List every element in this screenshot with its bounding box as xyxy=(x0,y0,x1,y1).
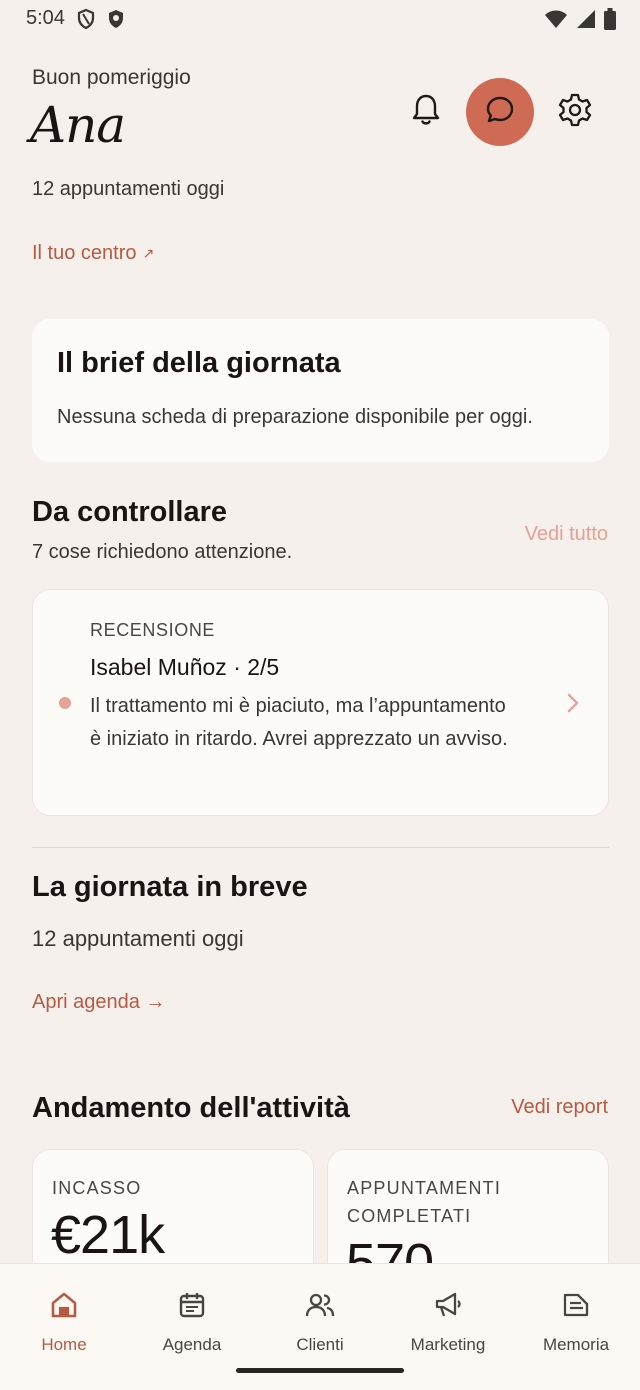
nav-label: Agenda xyxy=(162,1335,222,1354)
review-author: Isabel Muñoz · 2/5 xyxy=(90,654,280,680)
daily-brief-card: Il brief della giornata Nessuna scheda d… xyxy=(32,319,609,462)
signal-icon xyxy=(576,9,596,34)
wifi-icon xyxy=(544,9,568,34)
settings-button[interactable] xyxy=(553,90,597,134)
stat-label: INCASSO xyxy=(52,1178,142,1198)
nav-label: Home xyxy=(41,1335,87,1354)
shield-outline-icon xyxy=(76,8,96,35)
section-divider xyxy=(32,847,609,848)
status-right-icons xyxy=(544,8,616,35)
gesture-bar xyxy=(236,1368,404,1373)
nav-item-home[interactable]: Home xyxy=(0,1290,128,1355)
gear-icon xyxy=(557,92,593,133)
nav-item-agenda[interactable]: Agenda xyxy=(128,1290,256,1355)
see-all-link[interactable]: Vedi tutto xyxy=(525,523,608,546)
review-text: Il trattamento mi è piaciuto, ma l’appun… xyxy=(90,695,508,750)
brief-text: Nessuna scheda di preparazione disponibi… xyxy=(57,406,533,428)
bell-icon xyxy=(410,93,442,132)
status-left-icons xyxy=(76,8,126,35)
performance-title: Andamento dell'attività xyxy=(32,1092,350,1124)
nav-item-memory[interactable]: Memoria xyxy=(512,1290,640,1355)
status-bar: 5:04 xyxy=(0,0,640,40)
home-icon xyxy=(49,1290,79,1325)
stat-label: APPUNTAMENTI COMPLETATI xyxy=(347,1178,502,1226)
nav-label: Marketing xyxy=(410,1335,486,1354)
chat-bubble-icon xyxy=(485,95,515,130)
nav-item-marketing[interactable]: Marketing xyxy=(384,1290,512,1355)
calendar-icon xyxy=(177,1290,207,1325)
review-item-card[interactable]: RECENSIONE Isabel Muñoz · 2/5 Il trattam… xyxy=(32,589,609,816)
chat-button[interactable] xyxy=(466,78,534,146)
chevron-right-icon xyxy=(566,692,580,719)
review-kind: RECENSIONE xyxy=(90,620,216,640)
brief-title: Il brief della giornata xyxy=(57,347,341,379)
external-arrow-icon: ↗ xyxy=(142,245,155,261)
see-report-link[interactable]: Vedi report xyxy=(511,1096,608,1119)
stat-value: €21k xyxy=(51,1205,165,1265)
shield-filled-icon xyxy=(106,8,126,35)
nav-label: Memoria xyxy=(542,1335,610,1354)
notes-icon xyxy=(561,1290,591,1325)
notifications-button[interactable] xyxy=(404,90,448,134)
appointments-count: 12 appuntamenti oggi xyxy=(32,178,225,200)
nav-item-clients[interactable]: Clienti xyxy=(256,1290,384,1355)
review-section-title: Da controllare xyxy=(32,496,227,528)
center-link-label: Il tuo centro xyxy=(32,242,137,264)
battery-icon xyxy=(604,8,616,35)
open-agenda-link[interactable]: Apri agenda → xyxy=(32,991,165,1014)
day-summary-appointments: 12 appuntamenti oggi xyxy=(32,926,244,951)
user-name: Ana xyxy=(30,96,126,154)
day-summary-title: La giornata in breve xyxy=(32,871,308,903)
review-section-subtitle: 7 cose richiedono attenzione. xyxy=(32,541,293,563)
center-link[interactable]: Il tuo centro ↗ xyxy=(32,242,154,265)
status-time: 5:04 xyxy=(26,7,65,29)
unread-dot xyxy=(59,697,71,709)
users-icon xyxy=(304,1290,336,1325)
megaphone-icon xyxy=(433,1290,463,1325)
greeting: Buon pomeriggio xyxy=(32,66,191,89)
nav-label: Clienti xyxy=(296,1335,344,1354)
